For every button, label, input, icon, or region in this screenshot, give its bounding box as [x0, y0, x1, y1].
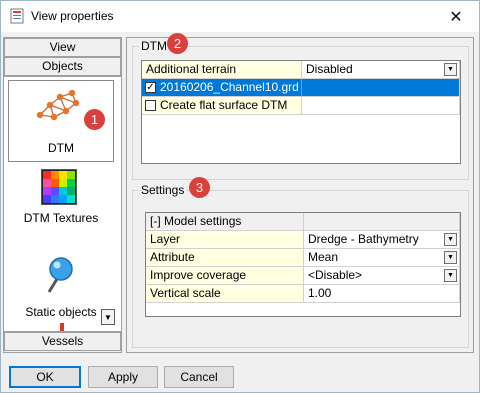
terrain-checkbox[interactable]: ✓ [145, 82, 156, 93]
chevron-down-icon[interactable]: ▼ [444, 269, 457, 282]
flat-surface-checkbox[interactable] [145, 100, 156, 111]
app-icon [10, 8, 24, 24]
chevron-down-icon[interactable]: ▼ [444, 251, 457, 264]
attribute-value: Mean [308, 250, 339, 264]
settings-group-title: Settings [139, 183, 187, 197]
object-item-label: DTM [48, 141, 74, 155]
apply-button[interactable]: Apply [88, 366, 158, 388]
additional-terrain-select[interactable]: Disabled ▼ [302, 61, 460, 79]
static-objects-pin-icon [47, 257, 73, 293]
cancel-button[interactable]: Cancel [164, 366, 234, 388]
annotation-badge-1: 1 [84, 109, 105, 130]
flat-surface-value [302, 97, 460, 115]
scroll-down-button[interactable]: ▼ [101, 309, 115, 325]
additional-terrain-value: Disabled [306, 62, 353, 76]
column-divider [301, 79, 302, 96]
vertical-scale-value: 1.00 [308, 286, 332, 300]
attribute-label: Attribute [146, 249, 304, 267]
dtm-mesh-icon [36, 89, 80, 121]
object-item-label: DTM Textures [23, 211, 99, 225]
object-navigator: View Objects DTM DTM Textures Static obj… [3, 37, 122, 353]
next-item-icon-fragment [60, 323, 64, 331]
view-section-header[interactable]: View [4, 38, 121, 57]
vessels-section-header[interactable]: Vessels [4, 332, 121, 351]
vertical-scale-label: Vertical scale [146, 285, 304, 303]
improve-coverage-value: <Disable> [308, 268, 363, 282]
dtm-group-title: DTM [139, 39, 169, 53]
view-properties-dialog: View properties ✕ View Objects DTM DTM T… [0, 0, 480, 393]
ok-button[interactable]: OK [9, 366, 81, 388]
additional-terrain-label: Additional terrain [142, 61, 302, 79]
chevron-down-icon: ▼ [104, 312, 112, 322]
model-settings-section[interactable]: [-] Model settings [146, 213, 304, 231]
flat-surface-row[interactable]: Create flat surface DTM [142, 97, 302, 115]
layer-label: Layer [146, 231, 304, 249]
window-title: View properties [31, 9, 114, 23]
title-bar: View properties ✕ [1, 1, 479, 32]
objects-section-header[interactable]: Objects [4, 57, 121, 76]
terrain-row-selected[interactable]: ✓ 20160206_Channel10.grd [142, 79, 460, 97]
close-icon: ✕ [449, 8, 463, 26]
chevron-down-icon[interactable]: ▼ [444, 233, 457, 246]
annotation-badge-3: 3 [189, 177, 210, 198]
dtm-grid: Additional terrain Disabled ▼ ✓ 20160206… [141, 60, 461, 164]
chevron-down-icon[interactable]: ▼ [444, 63, 457, 76]
object-item-dtm-textures[interactable]: DTM Textures [8, 167, 114, 247]
improve-coverage-label: Improve coverage [146, 267, 304, 285]
settings-grid: [-] Model settings Layer Dredge - Bathym… [145, 212, 461, 317]
layer-value: Dredge - Bathymetry [308, 232, 419, 246]
close-button[interactable]: ✕ [433, 1, 479, 32]
terrain-row-label: 20160206_Channel10.grd [160, 80, 299, 94]
model-settings-label: [-] Model settings [150, 214, 242, 228]
flat-surface-label: Create flat surface DTM [160, 98, 288, 112]
annotation-badge-2: 2 [167, 33, 188, 54]
object-item-label: Static objects [25, 305, 97, 319]
dtm-textures-icon [41, 169, 77, 205]
properties-panel: DTM Additional terrain Disabled ▼ ✓ 2016… [126, 37, 474, 353]
attribute-select[interactable]: Mean ▼ [304, 249, 460, 267]
section-value-cell [304, 213, 460, 231]
vertical-scale-input[interactable]: 1.00 [304, 285, 460, 303]
improve-coverage-select[interactable]: <Disable> ▼ [304, 267, 460, 285]
layer-select[interactable]: Dredge - Bathymetry ▼ [304, 231, 460, 249]
object-item-static-objects[interactable]: Static objects [8, 251, 114, 331]
